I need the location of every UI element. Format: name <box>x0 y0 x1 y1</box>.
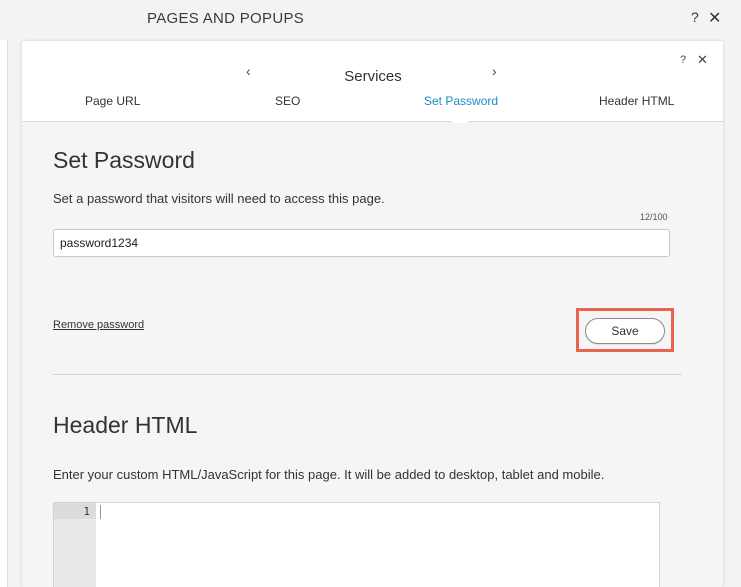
card-help-icon[interactable]: ? <box>680 54 686 66</box>
header-html-heading: Header HTML <box>53 412 198 438</box>
set-password-heading: Set Password <box>53 147 195 173</box>
page-settings-card: ? ✕ ‹ Services › Page URL SEO Set Passwo… <box>22 41 723 587</box>
settings-content: Set Password Set a password that visitor… <box>22 123 723 587</box>
html-code-editor[interactable]: 1 <box>53 502 660 587</box>
card-close-icon[interactable]: ✕ <box>697 52 708 68</box>
remove-password-link[interactable]: Remove password <box>53 319 144 331</box>
pages-and-popups-panel: PAGES AND POPUPS ? ✕ ? ✕ ‹ Services › Pa… <box>0 0 741 587</box>
header-html-description: Enter your custom HTML/JavaScript for th… <box>53 467 605 482</box>
character-counter: 12/100 <box>640 212 668 222</box>
set-password-description: Set a password that visitors will need t… <box>53 191 385 206</box>
chevron-left-icon[interactable]: ‹ <box>246 63 251 79</box>
settings-nav: ? ✕ ‹ Services › Page URL SEO Set Passwo… <box>22 41 723 132</box>
panel-title: PAGES AND POPUPS <box>147 10 305 27</box>
tab-page-url[interactable]: Page URL <box>85 94 140 108</box>
side-strip <box>0 40 8 587</box>
text-caret <box>100 505 101 519</box>
chevron-right-icon[interactable]: › <box>492 63 497 79</box>
tab-header-html[interactable]: Header HTML <box>599 94 674 108</box>
page-name: Services <box>344 68 402 85</box>
tab-seo[interactable]: SEO <box>275 94 300 108</box>
password-input[interactable] <box>53 229 670 257</box>
section-divider <box>53 374 682 375</box>
help-icon[interactable]: ? <box>691 9 699 25</box>
line-number: 1 <box>83 505 90 518</box>
close-icon[interactable]: ✕ <box>708 8 721 28</box>
save-button[interactable]: Save <box>585 318 665 344</box>
tab-set-password[interactable]: Set Password <box>424 94 498 108</box>
